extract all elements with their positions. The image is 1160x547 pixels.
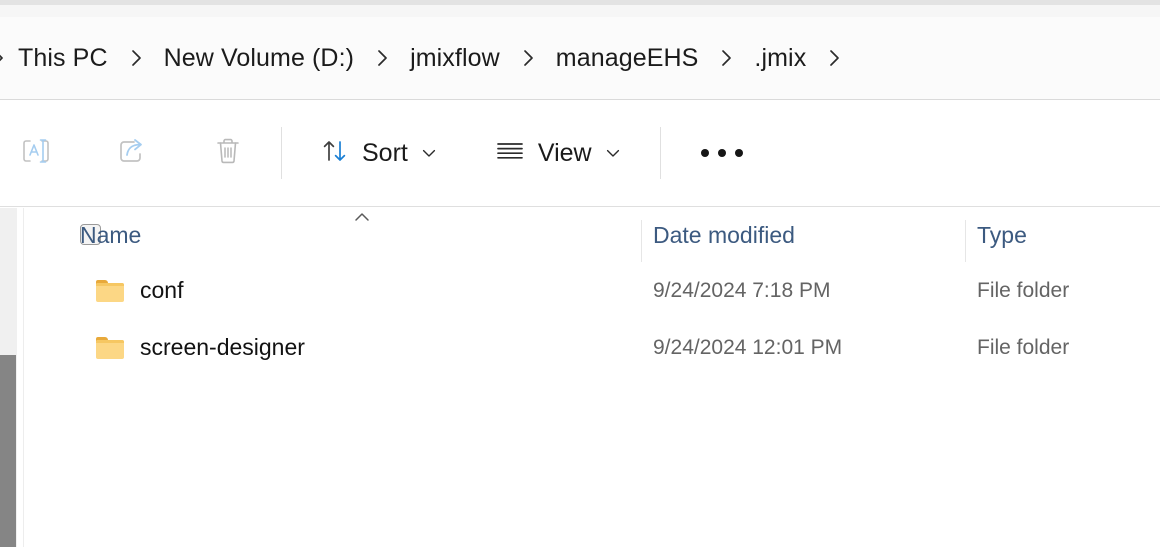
- file-type-cell: File folder: [977, 335, 1070, 359]
- file-date-modified-cell: 9/24/2024 7:18 PM: [653, 278, 831, 302]
- toolbar-separator-1: [281, 127, 282, 179]
- see-more-button[interactable]: [691, 122, 753, 184]
- breadcrumb-separator-icon[interactable]: [708, 46, 744, 70]
- table-row[interactable]: conf 9/24/2024 7:18 PM File folder: [24, 262, 1160, 319]
- view-label: View: [537, 138, 592, 167]
- sort-button[interactable]: Sort: [310, 122, 448, 184]
- breadcrumb-item-manageehs[interactable]: manageEHS: [546, 40, 709, 77]
- sort-arrows-icon: [320, 136, 350, 171]
- table-row[interactable]: screen-designer 9/24/2024 12:01 PM File …: [24, 319, 1160, 376]
- share-icon: [115, 134, 149, 173]
- file-explorer-window: This PC New Volume (D:) jmixflow manageE…: [0, 0, 1160, 547]
- share-button[interactable]: [101, 122, 163, 184]
- breadcrumb-overflow-chevron-icon[interactable]: [0, 46, 8, 70]
- file-type-cell: File folder: [977, 278, 1070, 302]
- window-top-strip-secondary: [0, 5, 1160, 17]
- folder-icon: [96, 336, 124, 359]
- file-date-modified-cell: 9/24/2024 12:01 PM: [653, 335, 843, 359]
- trash-icon: [211, 134, 245, 173]
- rename-icon: [19, 134, 53, 173]
- breadcrumb-separator-icon[interactable]: [816, 46, 852, 70]
- breadcrumb-separator-icon[interactable]: [510, 46, 546, 70]
- address-bar[interactable]: This PC New Volume (D:) jmixflow manageE…: [0, 17, 1160, 100]
- navigation-pane-scrollbar-thumb[interactable]: [0, 355, 16, 547]
- column-divider-date-type[interactable]: [965, 220, 966, 262]
- column-header-date-modified[interactable]: Date modified: [653, 208, 795, 262]
- column-header-type[interactable]: Type: [977, 208, 1027, 262]
- file-name-cell[interactable]: screen-designer: [96, 319, 305, 376]
- toolbar-separator-2: [659, 127, 661, 179]
- breadcrumb-item-jmixflow[interactable]: jmixflow: [400, 40, 510, 77]
- command-bar: Sort View: [0, 100, 1160, 207]
- column-header-row: Name Date modified Type: [24, 208, 1160, 262]
- view-list-icon: [494, 136, 526, 171]
- file-list: Name Date modified Type conf 9/24/2024 7…: [24, 208, 1160, 547]
- ellipsis-icon: [700, 149, 743, 157]
- file-name-cell[interactable]: conf: [96, 262, 183, 319]
- breadcrumb-separator-icon[interactable]: [364, 46, 400, 70]
- column-header-name[interactable]: Name: [80, 208, 141, 262]
- delete-button[interactable]: [197, 122, 259, 184]
- breadcrumb-item-new-volume[interactable]: New Volume (D:): [154, 40, 364, 77]
- sort-label: Sort: [362, 138, 408, 167]
- rename-button[interactable]: [5, 122, 67, 184]
- file-name-label: conf: [140, 277, 184, 303]
- view-button[interactable]: View: [484, 122, 632, 184]
- folder-icon: [96, 279, 124, 302]
- file-name-label: screen-designer: [140, 334, 305, 360]
- column-divider-name-date[interactable]: [641, 220, 642, 262]
- sort-ascending-indicator-icon: [352, 210, 372, 229]
- sort-chevron-down-icon: [420, 144, 438, 162]
- breadcrumb-separator-icon[interactable]: [118, 46, 154, 70]
- view-chevron-down-icon: [604, 144, 622, 162]
- breadcrumb-item-jmix[interactable]: .jmix: [744, 40, 816, 77]
- breadcrumb-item-this-pc[interactable]: This PC: [8, 40, 118, 77]
